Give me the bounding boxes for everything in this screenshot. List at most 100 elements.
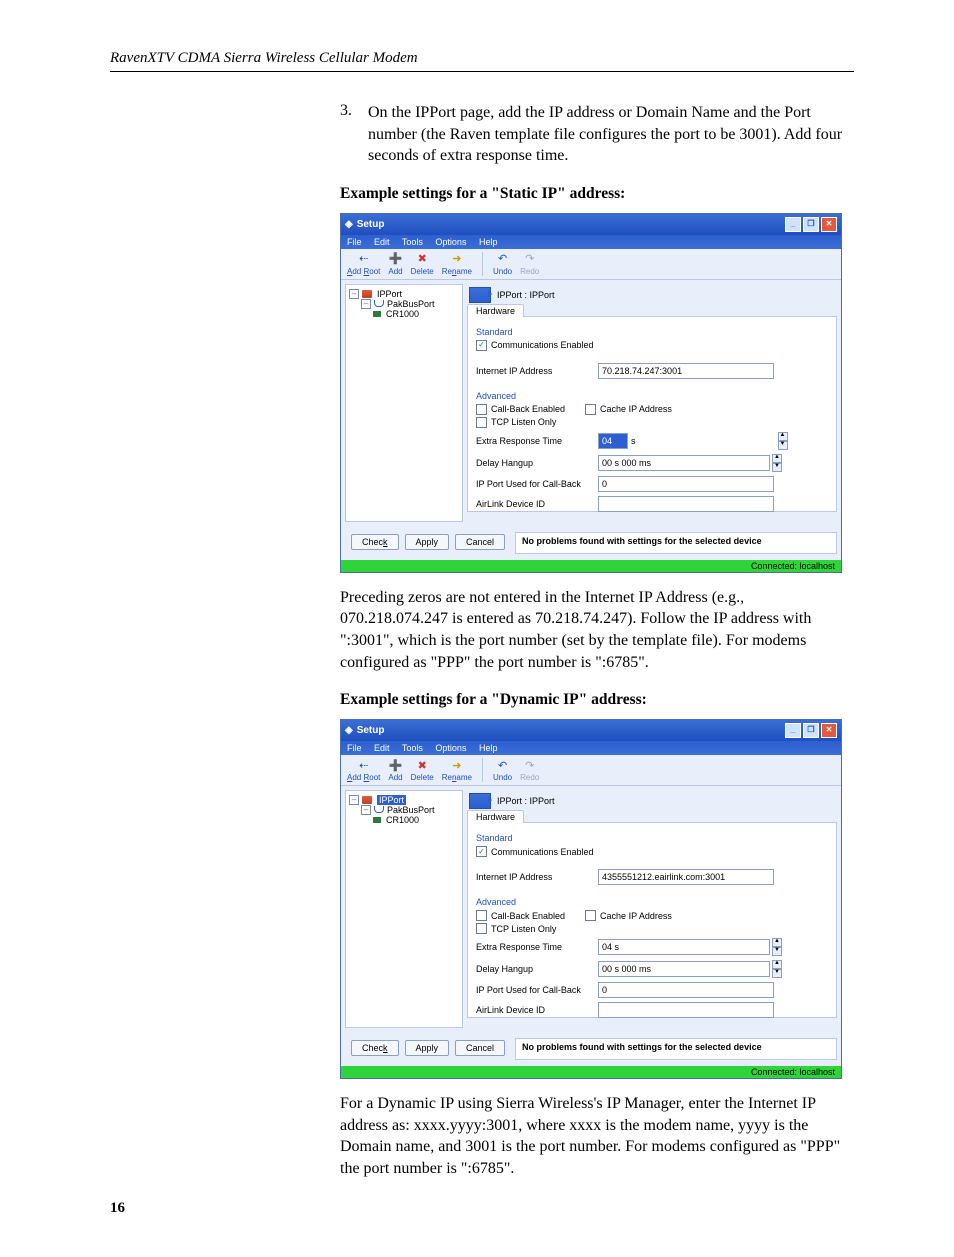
airlink-label: AirLink Device ID [476,499,598,509]
redo-icon: ↷ [523,758,537,772]
breadcrumb: IPPort : IPPort [497,290,555,300]
addroot-button[interactable]: ⇠Add Root [347,252,380,276]
list-item-3: 3. On the IPPort page, add the IP addres… [340,102,854,167]
delete-button[interactable]: ✖Delete [411,252,434,276]
add-button[interactable]: ➕Add [388,252,402,276]
check-button[interactable]: Check [351,1040,399,1056]
spinner[interactable]: ▲▼ [772,960,782,978]
menu-file[interactable]: File [347,237,362,247]
ipport-cb-input[interactable]: 0 [598,476,774,492]
extra-resp-input[interactable]: 04 s [598,939,770,955]
spinner[interactable]: ▲▼ [772,938,782,956]
menubar: File Edit Tools Options Help [341,235,841,249]
cacheip-checkbox[interactable] [585,404,596,415]
comm-enabled-checkbox[interactable] [476,846,487,857]
comm-enabled-checkbox[interactable] [476,340,487,351]
pakbus-icon [374,806,384,814]
ip-label: Internet IP Address [476,872,598,882]
device-tree[interactable]: –IPPort –PakBusPort CR1000 [345,284,463,522]
cacheip-checkbox[interactable] [585,910,596,921]
ipport-icon [362,796,372,804]
menu-help[interactable]: Help [479,743,498,753]
setup-window-static: ◈ Setup _ ❐ ✕ File Edit Tools Options He… [340,213,842,573]
close-button[interactable]: ✕ [821,217,837,232]
undo-icon: ↶ [496,252,510,266]
status-message: No problems found with settings for the … [515,532,837,554]
cancel-button[interactable]: Cancel [455,1040,505,1056]
delay-label: Delay Hangup [476,964,598,974]
maximize-button[interactable]: ❐ [803,217,819,232]
ipport-cb-label: IP Port Used for Call-Back [476,479,598,489]
delay-label: Delay Hangup [476,458,598,468]
ip-input[interactable]: 70.218.74.247:3001 [598,363,774,379]
extra-resp-input[interactable]: 04 [598,433,628,449]
add-button[interactable]: ➕Add [388,758,402,782]
titlebar: ◈ Setup _ ❐ ✕ [341,720,841,741]
cancel-button[interactable]: Cancel [455,534,505,550]
cr1000-icon [373,817,381,823]
rename-icon: ➜ [450,252,464,266]
tcplisten-checkbox[interactable] [476,417,487,428]
menu-tools[interactable]: Tools [402,237,423,247]
addroot-icon: ⇠ [357,252,371,266]
tcplisten-checkbox[interactable] [476,923,487,934]
form-panel: Standard Communications Enabled Internet… [467,316,837,512]
paragraph-static: Preceding zeros are not entered in the I… [340,587,854,673]
spinner[interactable]: ▲▼ [772,454,782,472]
app-icon: ◈ [345,219,353,230]
airlink-input[interactable] [598,1002,774,1018]
device-icon [469,793,491,809]
undo-button[interactable]: ↶Undo [493,252,512,276]
minimize-button[interactable]: _ [785,723,801,738]
add-icon: ➕ [388,252,402,266]
minimize-button[interactable]: _ [785,217,801,232]
tab-hardware[interactable]: Hardware [467,810,524,823]
airlink-input[interactable] [598,496,774,512]
device-icon [469,287,491,303]
ipport-cb-label: IP Port Used for Call-Back [476,985,598,995]
menu-options[interactable]: Options [435,743,466,753]
redo-icon: ↷ [523,252,537,266]
static-ip-heading: Example settings for a "Static IP" addre… [340,185,854,203]
menu-tools[interactable]: Tools [402,743,423,753]
extra-resp-label: Extra Response Time [476,942,598,952]
statusbar: Connected: localhost [341,560,841,572]
rename-button[interactable]: ➜Rename [442,252,472,276]
form-panel: Standard Communications Enabled Internet… [467,822,837,1018]
menu-edit[interactable]: Edit [374,743,390,753]
apply-button[interactable]: Apply [405,534,450,550]
menu-file[interactable]: File [347,743,362,753]
device-tree[interactable]: –IPPort –PakBusPort CR1000 [345,790,463,1028]
list-text: On the IPPort page, add the IP address o… [368,102,854,167]
tab-hardware[interactable]: Hardware [467,304,524,317]
page-header: RavenXTV CDMA Sierra Wireless Cellular M… [110,50,854,72]
undo-icon: ↶ [496,758,510,772]
rename-icon: ➜ [450,758,464,772]
ipport-cb-input[interactable]: 0 [598,982,774,998]
menu-options[interactable]: Options [435,237,466,247]
setup-window-dynamic: ◈ Setup _ ❐ ✕ File Edit Tools Options He… [340,719,842,1079]
close-button[interactable]: ✕ [821,723,837,738]
callback-checkbox[interactable] [476,910,487,921]
menu-edit[interactable]: Edit [374,237,390,247]
toolbar: ⇠Add Root ➕Add ✖Delete ➜Rename ↶Undo ↷Re… [341,755,841,786]
statusbar: Connected: localhost [341,1066,841,1078]
callback-checkbox[interactable] [476,404,487,415]
rename-button[interactable]: ➜Rename [442,758,472,782]
menu-help[interactable]: Help [479,237,498,247]
delete-button[interactable]: ✖Delete [411,758,434,782]
spinner[interactable]: ▲▼ [778,432,788,450]
apply-button[interactable]: Apply [405,1040,450,1056]
menubar: File Edit Tools Options Help [341,741,841,755]
toolbar: ⇠Add Root ➕Add ✖Delete ➜Rename ↶Undo ↷Re… [341,249,841,280]
delay-input[interactable]: 00 s 000 ms [598,961,770,977]
paragraph-dynamic: For a Dynamic IP using Sierra Wireless's… [340,1093,854,1179]
maximize-button[interactable]: ❐ [803,723,819,738]
undo-button[interactable]: ↶Undo [493,758,512,782]
redo-button: ↷Redo [520,758,539,782]
titlebar: ◈ Setup _ ❐ ✕ [341,214,841,235]
ip-input[interactable]: 4355551212.eairlink.com:3001 [598,869,774,885]
delay-input[interactable]: 00 s 000 ms [598,455,770,471]
check-button[interactable]: Check [351,534,399,550]
addroot-button[interactable]: ⇠Add Root [347,758,380,782]
